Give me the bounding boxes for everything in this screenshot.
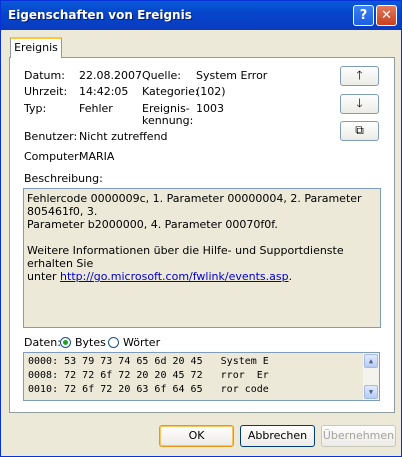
arrow-down-icon: 🡓 (356, 96, 363, 110)
ereigniskennung-label-line2: kennung: (142, 114, 194, 127)
scroll-up-icon[interactable]: ▲ (364, 354, 378, 368)
apply-button[interactable]: Übernehmen (321, 425, 396, 447)
data-label: Daten: (24, 336, 61, 349)
window-title: Eigenschaften von Ereignis (8, 8, 192, 22)
description-line: Parameter b2000000, 4. Parameter 00070f0… (27, 218, 278, 231)
kategorie-label: Kategorie: (142, 85, 199, 98)
data-scrollbar[interactable]: ▲ ▼ (363, 353, 379, 400)
quelle-value: System Error (196, 69, 268, 82)
description-text-box[interactable]: Fehlercode 0000009c, 1. Parameter 000000… (23, 188, 381, 328)
kategorie-value: (102) (196, 85, 226, 98)
bytes-radio-label[interactable]: Bytes (75, 336, 106, 349)
event-properties-dialog: Eigenschaften von Ereignis ? ✕ Ereignis … (0, 0, 402, 457)
ok-button[interactable]: OK (159, 425, 234, 447)
computer-label: Computer: (24, 150, 83, 163)
typ-value: Fehler (79, 102, 113, 115)
description-label: Beschreibung: (24, 172, 103, 185)
scroll-down-icon[interactable]: ▼ (364, 385, 378, 399)
bytes-radio[interactable] (60, 337, 71, 348)
quelle-label: Quelle: (142, 69, 181, 82)
description-line: Fehlercode 0000009c, 1. Parameter 000000… (27, 192, 362, 218)
previous-event-button[interactable]: 🡑 (340, 66, 379, 86)
datum-label: Datum: (24, 69, 65, 82)
ereigniskennung-value: 1003 (196, 102, 224, 115)
arrow-up-icon: 🡑 (356, 68, 363, 82)
help-link[interactable]: http://go.microsoft.com/fwlink/events.as… (60, 270, 289, 283)
data-line: 0010: 72 6f 72 20 63 6f 64 65 ror code (28, 384, 269, 395)
uhrzeit-label: Uhrzeit: (24, 85, 68, 98)
benutzer-label: Benutzer: (24, 130, 78, 143)
benutzer-value: Nicht zutreffend (79, 130, 168, 143)
computer-value: MARIA (79, 150, 115, 163)
typ-label: Typ: (24, 102, 47, 115)
uhrzeit-value: 14:42:05 (79, 85, 129, 98)
words-radio[interactable] (108, 337, 119, 348)
close-button[interactable]: ✕ (376, 5, 397, 26)
words-radio-label[interactable]: Wörter (123, 336, 160, 349)
data-line: 0000: 53 79 73 74 65 6d 20 45 System E (28, 356, 269, 367)
description-prefix: unter (27, 270, 61, 283)
data-line: 0008: 72 72 6f 72 20 20 45 72 rror Er (28, 370, 269, 381)
help-button[interactable]: ? (353, 5, 374, 26)
copy-to-clipboard-button[interactable]: ⧉ (340, 121, 379, 141)
description-suffix: . (288, 270, 293, 283)
next-event-button[interactable]: 🡓 (340, 94, 379, 114)
title-bar[interactable]: Eigenschaften von Ereignis ? ✕ (1, 1, 401, 30)
tab-ereignis[interactable]: Ereignis (10, 37, 62, 58)
copy-icon: ⧉ (355, 123, 364, 137)
description-line: Weitere Informationen über die Hilfe- un… (27, 244, 344, 270)
cancel-button[interactable]: Abbrechen (240, 425, 315, 447)
description-line-link: unter http://go.microsoft.com/fwlink/eve… (27, 270, 377, 283)
data-hex-box[interactable]: 0000: 53 79 73 74 65 6d 20 45 System E 0… (23, 352, 380, 401)
datum-value: 22.08.2007 (79, 69, 142, 82)
